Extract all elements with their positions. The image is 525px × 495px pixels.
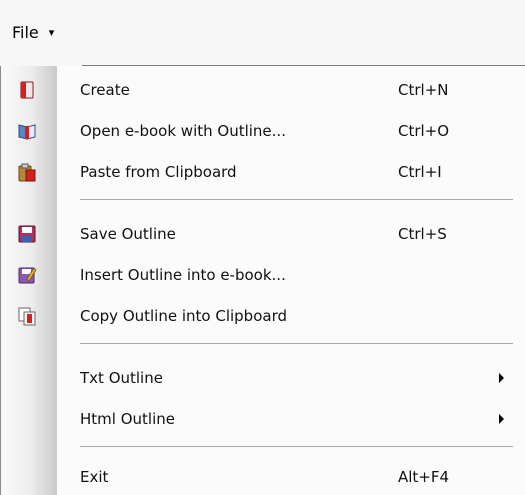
menu-item-create[interactable]: Create Ctrl+N [0,72,525,108]
menu-item-shortcut: Ctrl+O [398,122,450,140]
file-menu-button[interactable]: File ▾ [4,12,84,52]
menu-item-paste-clipboard[interactable]: Paste from Clipboard Ctrl+I [0,154,525,190]
menu-separator [80,343,513,344]
menu-item-label: Paste from Clipboard [80,163,237,181]
submenu-arrow-icon [499,373,504,383]
dropdown-caret-icon: ▾ [48,25,55,39]
menu-item-exit[interactable]: Exit Alt+F4 [0,459,525,495]
clipboard-paste-icon [17,162,37,182]
menu-item-label: Html Outline [80,410,175,428]
menu-item-html-outline[interactable]: Html Outline [0,401,525,437]
menu-item-label: Save Outline [80,225,176,243]
menu-item-shortcut: Ctrl+I [398,163,442,181]
file-menu-label: File [12,22,39,42]
red-book-icon [17,80,37,100]
menu-item-label: Exit [80,468,109,486]
floppy-disk-icon [17,224,37,244]
menu-item-shortcut: Ctrl+N [398,81,449,99]
copy-icon [17,306,37,326]
menu-item-shortcut: Alt+F4 [398,468,450,486]
menu-item-label: Copy Outline into Clipboard [80,307,287,325]
menu-item-save-outline[interactable]: Save Outline Ctrl+S [0,216,525,252]
menu-item-copy-outline[interactable]: Copy Outline into Clipboard [0,298,525,334]
menu-top-border [82,65,525,66]
menu-item-txt-outline[interactable]: Txt Outline [0,360,525,396]
menu-bar: File ▾ [0,0,525,66]
menu-item-label: Insert Outline into e-book... [80,266,286,284]
menu-item-open-ebook[interactable]: Open e-book with Outline... Ctrl+O [0,113,525,149]
menu-item-shortcut: Ctrl+S [398,225,447,243]
edit-floppy-icon [17,265,37,285]
menu-item-insert-outline[interactable]: Insert Outline into e-book... [0,257,525,293]
menu-item-label: Open e-book with Outline... [80,122,286,140]
menu-separator [80,446,513,447]
menu-item-label: Create [80,81,130,99]
open-book-icon [17,121,37,141]
submenu-arrow-icon [499,414,504,424]
menu-separator [80,199,513,200]
menu-item-label: Txt Outline [80,369,163,387]
